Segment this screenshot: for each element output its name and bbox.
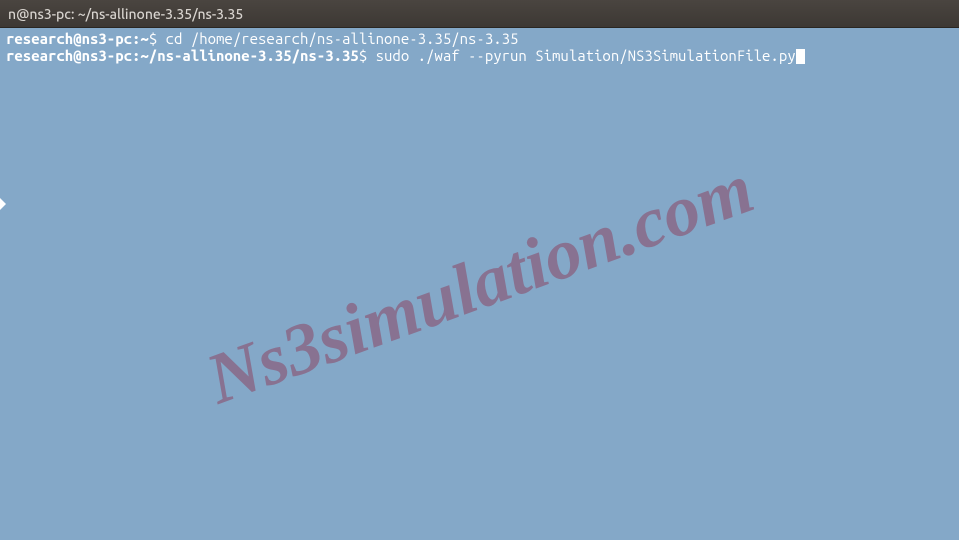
window-title: n@ns3-pc: ~/ns-allinone-3.35/ns-3.35 [8,6,243,22]
prompt-path: ~ [140,30,148,47]
prompt-user: research@ns3-pc: [6,30,140,47]
command-text: cd /home/research/ns-allinone-3.35/ns-3.… [166,30,519,47]
prompt-symbol: $ [359,47,376,64]
prompt-path: ~/ns-allinone-3.35/ns-3.35 [140,47,358,64]
terminal-line: research@ns3-pc:~/ns-allinone-3.35/ns-3.… [6,47,953,64]
watermark-text: Ns3simulation.com [196,147,764,421]
terminal-line: research@ns3-pc:~$ cd /home/research/ns-… [6,30,953,47]
prompt-symbol: $ [149,30,166,47]
window-titlebar[interactable]: n@ns3-pc: ~/ns-allinone-3.35/ns-3.35 [0,0,959,28]
command-text: sudo ./waf --pyrun Simulation/NS3Simulat… [376,47,796,64]
side-indicator-icon [0,198,6,210]
terminal-window: n@ns3-pc: ~/ns-allinone-3.35/ns-3.35 res… [0,0,959,540]
prompt-user: research@ns3-pc: [6,47,140,64]
terminal-body[interactable]: research@ns3-pc:~$ cd /home/research/ns-… [0,28,959,540]
cursor-icon [796,49,805,64]
